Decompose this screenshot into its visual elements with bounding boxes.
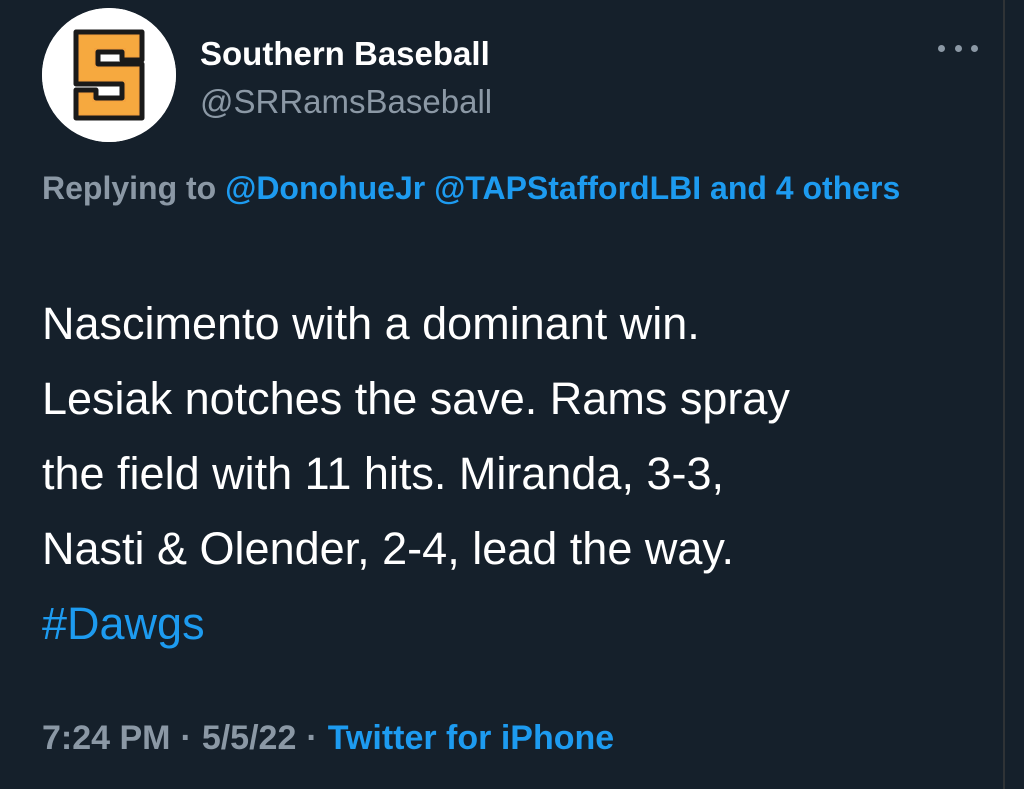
tweet-text-line: the field with 11 hits. Miranda, 3-3,: [42, 448, 725, 499]
more-options-icon[interactable]: [938, 36, 978, 60]
tweet-text-line: Lesiak notches the save. Rams spray: [42, 373, 790, 424]
others-link[interactable]: and 4 others: [710, 170, 900, 206]
tweet-time[interactable]: 7:24 PM: [42, 719, 171, 757]
orange-s-logo-icon: [42, 8, 176, 142]
dot: [971, 44, 978, 52]
scrollbar-edge: [1003, 0, 1005, 789]
dot: [954, 44, 962, 52]
tweet-text: Nascimento with a dominant win. Lesiak n…: [42, 286, 1002, 661]
avatar[interactable]: [42, 8, 176, 142]
replying-to-label: Replying to: [42, 170, 217, 206]
replying-to: Replying to @DonohueJr @TAPStaffordLBI a…: [42, 160, 982, 216]
tweet-metadata: 7:24 PM · 5/5/22 · Twitter for iPhone: [42, 716, 614, 760]
tweet-text-line: Nascimento with a dominant win.: [42, 298, 700, 349]
tweet-date[interactable]: 5/5/22: [202, 719, 297, 757]
mention-link[interactable]: @TAPStaffordLBI: [434, 170, 701, 206]
author-display-name[interactable]: Southern Baseball: [200, 34, 490, 74]
dot: [938, 44, 945, 52]
separator: ·: [180, 719, 192, 757]
separator: ·: [306, 719, 318, 757]
author-handle[interactable]: @SRRamsBaseball: [200, 82, 492, 122]
tweet-text-line: Nasti & Olender, 2-4, lead the way.: [42, 523, 735, 574]
mention-link[interactable]: @DonohueJr: [225, 170, 425, 206]
tweet-detail: Southern Baseball @SRRamsBaseball Replyi…: [0, 0, 1024, 789]
source-link[interactable]: Twitter for iPhone: [328, 719, 614, 757]
hashtag-link[interactable]: #Dawgs: [42, 586, 1002, 661]
